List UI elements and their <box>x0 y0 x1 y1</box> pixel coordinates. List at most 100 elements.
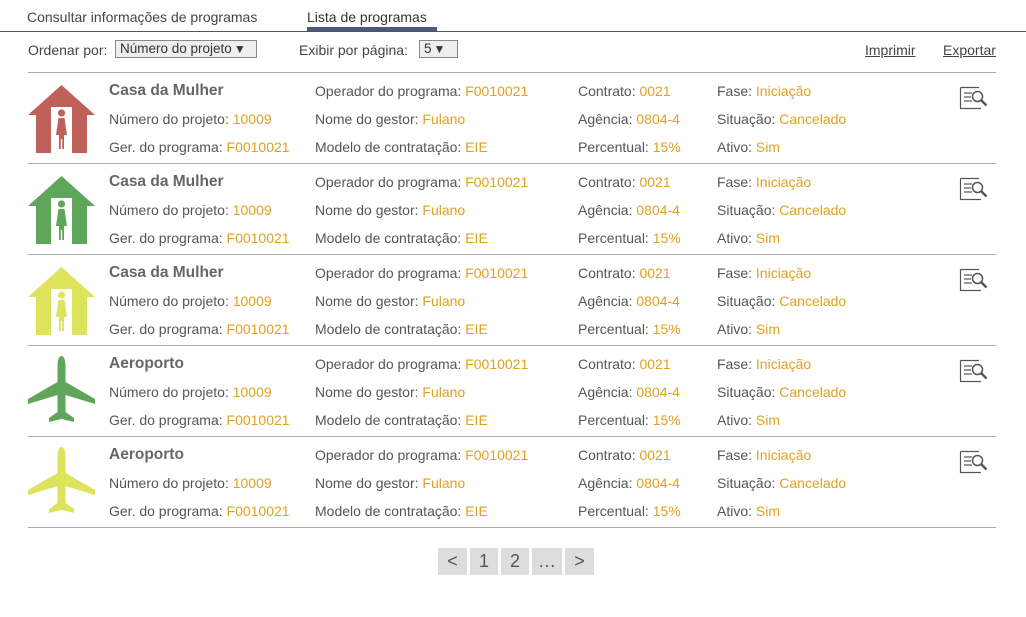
house-woman-icon <box>28 83 95 153</box>
field-situacao: Situação: Cancelado <box>717 384 846 400</box>
field-percentual: Percentual: 15% <box>578 503 681 519</box>
field-ativo: Ativo: Sim <box>717 230 780 246</box>
per-page-label: Exibir por página: <box>299 42 408 58</box>
tab-lista-de-programas[interactable]: Lista de programas <box>307 9 427 25</box>
print-link[interactable]: Imprimir <box>865 42 916 58</box>
active-tab-indicator <box>307 27 437 31</box>
field-gestor-value: Fulano <box>422 111 466 127</box>
field-ativo: Ativo: Sim <box>717 321 780 337</box>
field-numero-value: 10009 <box>232 111 272 127</box>
field-gerente: Ger. do programa: F0010021 <box>109 139 290 155</box>
field-fase: Fase: Iniciação <box>717 265 811 281</box>
field-fase: Fase: Iniciação <box>717 174 811 190</box>
field-agencia-label: Agência: <box>578 475 633 491</box>
field-situacao-value: Cancelado <box>779 111 847 127</box>
field-ativo: Ativo: Sim <box>717 503 780 519</box>
field-percentual-label: Percentual: <box>578 230 649 246</box>
field-situacao: Situação: Cancelado <box>717 202 846 218</box>
field-gerente-value: F0010021 <box>226 321 290 337</box>
field-situacao: Situação: Cancelado <box>717 111 846 127</box>
export-link[interactable]: Exportar <box>943 42 996 58</box>
field-modelo: Modelo de contratação: EIE <box>315 139 488 155</box>
field-gerente: Ger. do programa: F0010021 <box>109 503 290 519</box>
field-contrato-value: 0021 <box>639 174 671 190</box>
field-numero-value: 10009 <box>232 293 272 309</box>
field-contrato-value: 0021 <box>639 83 671 99</box>
field-gestor-label: Nome do gestor: <box>315 111 419 127</box>
field-ativo-value: Sim <box>755 230 781 246</box>
tab-consultar-informacoes[interactable]: Consultar informações de programas <box>27 9 257 25</box>
field-fase: Fase: Iniciação <box>717 356 811 372</box>
field-percentual-value: 15% <box>652 321 681 337</box>
view-details-icon[interactable] <box>959 176 989 202</box>
field-agencia: Agência: 0804-4 <box>578 384 680 400</box>
field-contrato-label: Contrato: <box>578 447 636 463</box>
pagination-page-1[interactable]: 1 <box>470 548 498 575</box>
field-operador-value: F0010021 <box>465 265 529 281</box>
house-woman-icon <box>28 174 95 244</box>
field-fase-label: Fase: <box>717 356 753 372</box>
field-ativo-label: Ativo: <box>717 230 753 246</box>
program-title: Casa da Mulher <box>109 264 224 281</box>
field-operador: Operador do programa: F0010021 <box>315 174 528 190</box>
program-row: Casa da Mulher Número do projeto: 10009 Ge… <box>28 73 996 164</box>
pagination-more[interactable]: … <box>532 548 562 575</box>
field-agencia-value: 0804-4 <box>636 202 680 218</box>
pagination-next-button[interactable]: > <box>565 548 594 575</box>
field-gerente: Ger. do programa: F0010021 <box>109 321 290 337</box>
pagination-prev-button[interactable]: < <box>438 548 467 575</box>
field-ativo-value: Sim <box>755 503 781 519</box>
program-title: Casa da Mulher <box>109 173 224 190</box>
field-agencia-value: 0804-4 <box>636 293 680 309</box>
field-gerente-label: Ger. do programa: <box>109 321 223 337</box>
field-modelo-value: EIE <box>465 139 488 155</box>
field-gestor-label: Nome do gestor: <box>315 293 419 309</box>
field-agencia-label: Agência: <box>578 384 633 400</box>
field-gerente-label: Ger. do programa: <box>109 139 223 155</box>
field-percentual: Percentual: 15% <box>578 321 681 337</box>
field-percentual-value: 15% <box>652 230 681 246</box>
field-fase-label: Fase: <box>717 174 753 190</box>
field-contrato: Contrato: 0021 <box>578 174 671 190</box>
field-percentual-label: Percentual: <box>578 412 649 428</box>
field-ativo-label: Ativo: <box>717 503 753 519</box>
airplane-icon <box>28 356 95 426</box>
view-details-icon[interactable] <box>959 85 989 111</box>
view-details-icon[interactable] <box>959 358 989 384</box>
field-fase: Fase: Iniciação <box>717 447 811 463</box>
field-ativo-label: Ativo: <box>717 139 753 155</box>
field-operador-label: Operador do programa: <box>315 356 462 372</box>
field-modelo: Modelo de contratação: EIE <box>315 412 488 428</box>
field-operador-value: F0010021 <box>465 174 529 190</box>
house-woman-icon <box>28 265 95 335</box>
field-situacao-value: Cancelado <box>779 384 847 400</box>
per-page-select[interactable]: 5 ▼ <box>419 40 458 58</box>
field-gerente-label: Ger. do programa: <box>109 503 223 519</box>
field-operador: Operador do programa: F0010021 <box>315 83 528 99</box>
field-contrato-label: Contrato: <box>578 174 636 190</box>
pagination-page-2[interactable]: 2 <box>501 548 529 575</box>
field-percentual-value: 15% <box>652 412 681 428</box>
field-modelo-value: EIE <box>465 230 488 246</box>
field-agencia-label: Agência: <box>578 202 633 218</box>
field-gestor-value: Fulano <box>422 293 466 309</box>
field-numero: Número do projeto: 10009 <box>109 111 272 127</box>
field-agencia: Agência: 0804-4 <box>578 475 680 491</box>
view-details-icon[interactable] <box>959 267 989 293</box>
field-situacao-value: Cancelado <box>779 293 847 309</box>
field-agencia: Agência: 0804-4 <box>578 293 680 309</box>
field-situacao: Situação: Cancelado <box>717 293 846 309</box>
field-percentual-value: 15% <box>652 503 681 519</box>
field-gestor-label: Nome do gestor: <box>315 202 419 218</box>
field-numero-label: Número do projeto: <box>109 384 229 400</box>
field-fase-value: Iniciação <box>755 265 812 281</box>
field-contrato-value: 0021 <box>639 447 671 463</box>
order-by-select[interactable]: Número do projeto ▼ <box>115 40 257 58</box>
field-modelo-label: Modelo de contratação: <box>315 139 462 155</box>
airplane-icon <box>28 447 95 517</box>
field-contrato-value: 0021 <box>639 265 671 281</box>
view-details-icon[interactable] <box>959 449 989 475</box>
field-operador: Operador do programa: F0010021 <box>315 356 528 372</box>
field-gestor-label: Nome do gestor: <box>315 384 419 400</box>
field-percentual: Percentual: 15% <box>578 139 681 155</box>
